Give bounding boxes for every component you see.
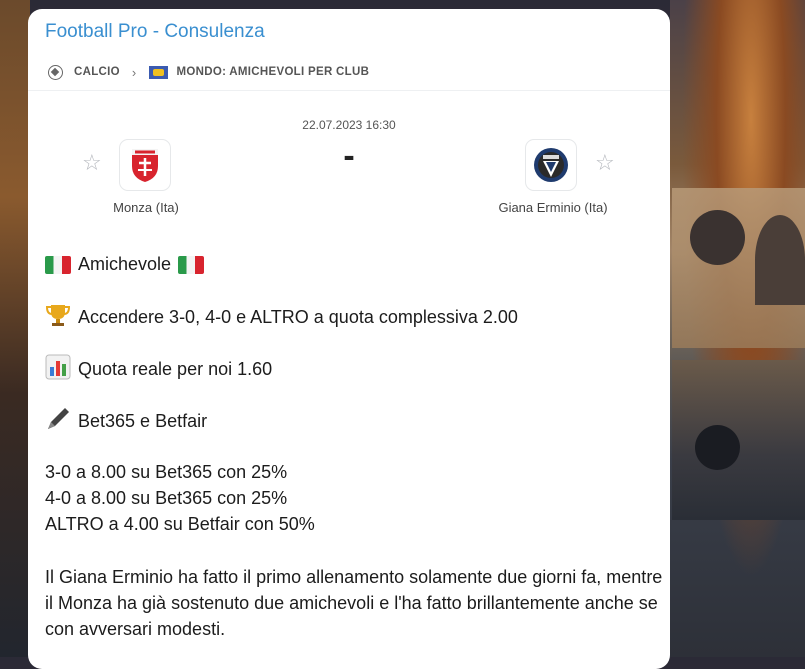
- monza-crest-icon[interactable]: [119, 139, 171, 191]
- message-line-books: Bet365 e Betfair: [45, 406, 207, 437]
- bets-list: 3-0 a 8.00 su Bet365 con 25% 4-0 a 8.00 …: [45, 459, 665, 537]
- message-books-text: Bet365 e Betfair: [78, 411, 208, 431]
- background-left: [0, 0, 30, 657]
- divider: [28, 90, 670, 91]
- giana-erminio-crest-icon[interactable]: [525, 139, 577, 191]
- message-quota-text: Quota reale per noi 1.60: [78, 359, 273, 379]
- channel-title[interactable]: Football Pro - Consulenza: [45, 21, 265, 43]
- trophy-icon: [45, 302, 71, 333]
- message-tip-text: Accendere 3-0, 4-0 e ALTRO a quota compl…: [78, 307, 518, 327]
- background-arch: [690, 210, 745, 265]
- favorite-away-star-icon[interactable]: ☆: [595, 151, 615, 176]
- italy-flag-icon: [45, 255, 71, 274]
- home-team-name[interactable]: Monza (Ita): [86, 200, 206, 215]
- message-card[interactable]: Football Pro - Consulenza CALCIO › MONDO…: [28, 9, 670, 669]
- match-datetime: 22.07.2023 16:30: [302, 118, 396, 132]
- analysis-paragraph: Il Giana Erminio ha fatto il primo allen…: [45, 567, 663, 639]
- pen-icon: [45, 406, 71, 437]
- message-line-quota: Quota reale per noi 1.60: [45, 354, 272, 385]
- soccer-ball-icon: [48, 64, 63, 80]
- message-line-type: Amichevole: [45, 254, 205, 275]
- message-line-tip: Accendere 3-0, 4-0 e ALTRO a quota compl…: [45, 302, 518, 333]
- bar-chart-icon: [45, 354, 71, 385]
- breadcrumb[interactable]: CALCIO › MONDO: AMICHEVOLI PER CLUB: [48, 62, 369, 82]
- background-arch-2: [755, 215, 805, 305]
- away-team-name[interactable]: Giana Erminio (Ita): [483, 200, 623, 215]
- background-reflection-arch: [695, 425, 740, 470]
- favorite-home-star-icon[interactable]: ☆: [82, 151, 102, 176]
- bet-line: 3-0 a 8.00 su Bet365 con 25%: [45, 462, 288, 482]
- breadcrumb-competition[interactable]: MONDO: AMICHEVOLI PER CLUB: [177, 66, 370, 78]
- chevron-right-icon: ›: [131, 64, 137, 80]
- breadcrumb-sport[interactable]: CALCIO: [74, 66, 120, 78]
- bet-line: ALTRO a 4.00 su Betfair con 50%: [45, 514, 315, 534]
- message-type-text: Amichevole: [78, 254, 172, 274]
- world-flag-icon: [148, 65, 168, 79]
- italy-flag-icon: [178, 255, 205, 274]
- bet-line: 4-0 a 8.00 su Bet365 con 25%: [45, 488, 288, 508]
